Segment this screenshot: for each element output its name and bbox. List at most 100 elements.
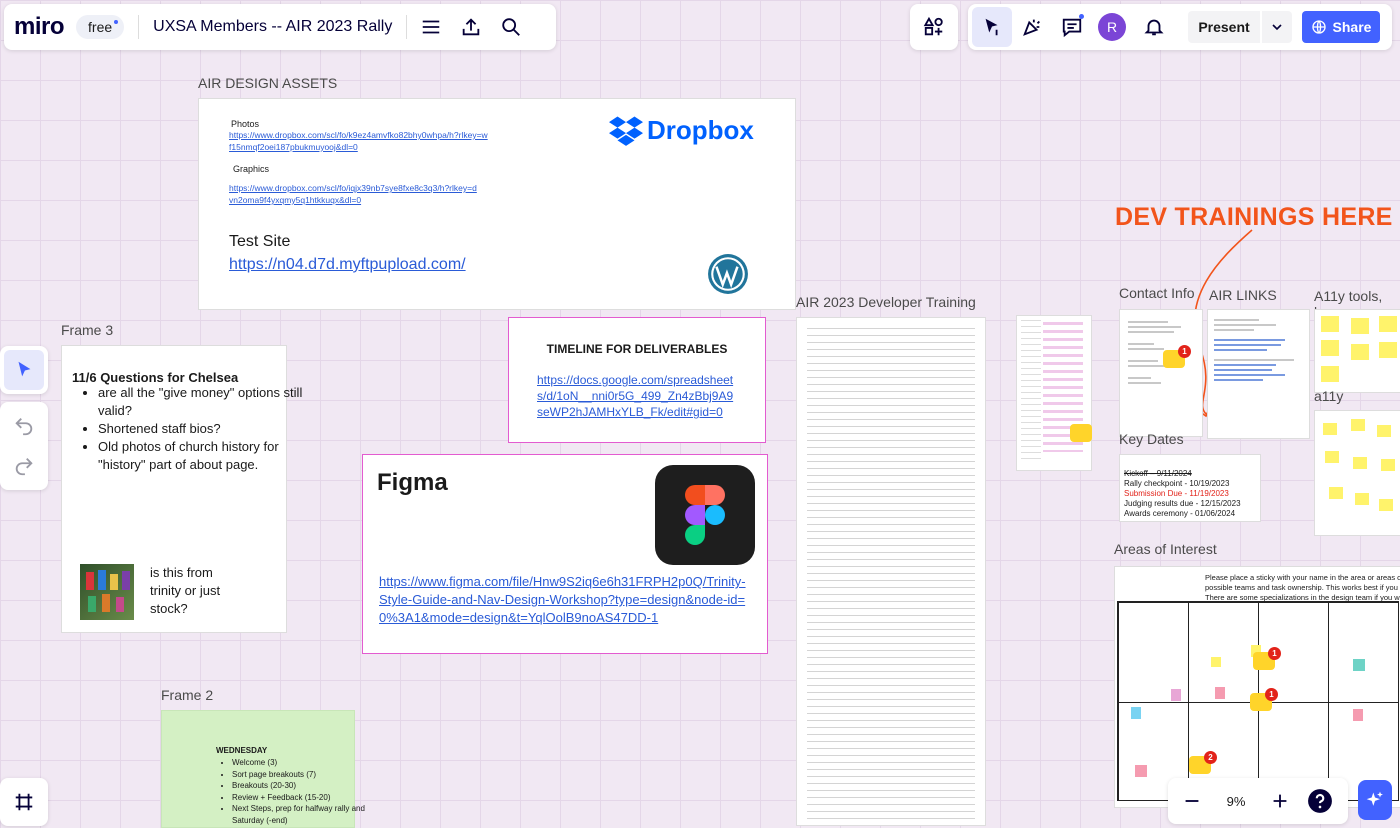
menu-button[interactable] <box>411 7 451 47</box>
sparkles-icon <box>1366 791 1383 806</box>
photos-link[interactable]: https://www.dropbox.com/scl/fo/k9ez4amvf… <box>229 129 489 153</box>
undo-button[interactable] <box>4 406 44 446</box>
help-button[interactable] <box>1300 781 1340 821</box>
search-icon <box>502 18 521 36</box>
dropbox-icon <box>609 116 643 146</box>
graphics-label: Graphics <box>233 164 270 174</box>
planning-doc-thumbnail[interactable] <box>1016 315 1092 471</box>
board-title[interactable]: UXSA Members -- AIR 2023 Rally <box>153 18 392 36</box>
list-item: Next Steps, prep for halfway rally and S… <box>232 803 372 826</box>
a11y-frame[interactable] <box>1314 410 1400 536</box>
comment-marker[interactable] <box>1070 424 1092 442</box>
key-date-rally: Rally checkpoint - 10/19/2023 <box>1124 479 1230 488</box>
redo-button[interactable] <box>4 446 44 486</box>
redo-icon <box>15 458 33 476</box>
frame3-heading: 11/6 Questions for Chelsea <box>72 370 239 385</box>
list-item: Shortened staff bios? <box>98 420 308 438</box>
frame2-heading: WEDNESDAY <box>216 746 268 755</box>
frames-button[interactable] <box>4 782 44 822</box>
frame3-bullets: are all the "give money" options still v… <box>62 384 308 474</box>
comment-count-badge: 1 <box>1268 647 1281 660</box>
a11y-tools-frame[interactable] <box>1314 309 1400 393</box>
frame2-title[interactable]: Frame 2 <box>161 687 213 703</box>
figma-title: Figma <box>377 469 448 496</box>
frame3-title[interactable]: Frame 3 <box>61 322 113 338</box>
select-tool-panel <box>0 346 48 394</box>
export-button[interactable] <box>451 7 491 47</box>
dev-training-frame-title[interactable]: AIR 2023 Developer Training <box>796 294 976 310</box>
select-tool-button[interactable] <box>4 350 44 390</box>
key-dates-frame-title[interactable]: Key Dates <box>1119 431 1184 447</box>
dev-training-document[interactable] <box>796 317 986 826</box>
share-button[interactable]: Share <box>1302 11 1380 43</box>
apps-icon <box>923 16 943 36</box>
photo-caption: is this from trinity or just stock? <box>150 565 221 616</box>
avatar[interactable]: R <box>1098 13 1126 41</box>
zoom-toolbar: 9% <box>1168 778 1348 824</box>
present-options-button[interactable] <box>1262 11 1292 43</box>
a11y-frame-title[interactable]: a11y <box>1314 388 1343 404</box>
wordpress-logo <box>707 253 749 300</box>
undo-icon <box>15 418 33 436</box>
assistant-button[interactable] <box>1358 780 1392 820</box>
test-site-link[interactable]: https://n04.d7d.myftpupload.com/ <box>229 256 466 274</box>
graphics-link[interactable]: https://www.dropbox.com/scl/fo/iqjx39nb7… <box>229 182 479 206</box>
church-photo[interactable] <box>80 564 134 620</box>
test-site-label: Test Site <box>229 233 291 250</box>
timeline-link[interactable]: https://docs.google.com/spreadsheets/d/1… <box>537 372 737 420</box>
zoom-level[interactable]: 9% <box>1212 794 1260 809</box>
design-assets-frame-title[interactable]: AIR DESIGN ASSETS <box>198 75 337 91</box>
figma-card[interactable]: Figma https://www.figma.com/file/Hnw9S2i… <box>362 454 768 654</box>
comment-icon <box>1062 18 1082 38</box>
present-button[interactable]: Present <box>1188 11 1260 43</box>
apps-button[interactable] <box>914 7 954 47</box>
list-item: Welcome (3) <box>232 757 372 769</box>
figma-icon <box>685 485 725 545</box>
figma-logo <box>655 465 755 565</box>
divider <box>406 15 408 39</box>
list-item: Old photos of church history for "histor… <box>98 438 308 474</box>
list-item: are all the "give money" options still v… <box>98 384 308 420</box>
comment-count-badge: 2 <box>1204 751 1217 764</box>
key-dates-frame[interactable]: Kickoff – 9/11/2024 Rally checkpoint - 1… <box>1119 454 1261 522</box>
party-popper-icon <box>1023 19 1040 36</box>
timeline-card[interactable]: TIMELINE FOR DELIVERABLES https://docs.g… <box>508 317 766 443</box>
reactions-button[interactable] <box>1012 7 1052 47</box>
air-links-frame[interactable] <box>1207 309 1310 439</box>
timeline-title: TIMELINE FOR DELIVERABLES <box>546 342 728 356</box>
frame2-list: Welcome (3) Sort page breakouts (7) Brea… <box>202 757 372 826</box>
comment-count-badge: 1 <box>1178 345 1191 358</box>
key-date-awards: Awards ceremony - 01/06/2024 <box>1124 509 1236 518</box>
cursor-toggle-button[interactable] <box>972 7 1012 47</box>
plan-badge[interactable]: free <box>76 15 125 39</box>
comment-count-badge: 1 <box>1265 688 1278 701</box>
globe-icon <box>1311 20 1326 34</box>
cursor-flag-icon <box>985 18 998 36</box>
search-button[interactable] <box>491 7 531 47</box>
frame3[interactable]: 11/6 Questions for Chelsea are all the "… <box>61 345 302 633</box>
zoom-in-button[interactable] <box>1260 781 1300 821</box>
frame2[interactable]: WEDNESDAY Welcome (3) Sort page breakout… <box>161 710 365 828</box>
top-left-toolbar: miro free UXSA Members -- AIR 2023 Rally <box>4 4 556 50</box>
minus-icon <box>1185 800 1199 802</box>
figma-link[interactable]: https://www.figma.com/file/Hnw9S2iq6e6h3… <box>379 573 754 627</box>
pointer-icon <box>18 361 31 377</box>
hamburger-icon <box>423 20 440 34</box>
chevron-down-icon <box>1272 24 1282 31</box>
key-date-submission: Submission Due - 11/19/2023 <box>1124 489 1229 498</box>
contact-info-frame[interactable] <box>1119 309 1203 437</box>
air-links-frame-title[interactable]: AIR LINKS <box>1209 287 1277 303</box>
comments-button[interactable] <box>1052 7 1092 47</box>
photos-label: Photos <box>231 119 260 129</box>
contact-info-frame-title[interactable]: Contact Info <box>1119 285 1195 301</box>
areas-frame[interactable]: Please place a sticky with your name in … <box>1114 566 1400 808</box>
collab-toolbar: R Present Share <box>968 4 1392 50</box>
wordpress-icon <box>708 254 748 294</box>
notifications-button[interactable] <box>1134 7 1174 47</box>
areas-intro-2: possible teams and task ownership. This … <box>1205 583 1400 592</box>
areas-frame-title[interactable]: Areas of Interest <box>1114 541 1217 557</box>
design-assets-frame[interactable]: Photos https://www.dropbox.com/scl/fo/k9… <box>198 98 796 310</box>
frame-icon <box>15 793 33 811</box>
zoom-out-button[interactable] <box>1172 781 1212 821</box>
miro-logo[interactable]: miro <box>14 13 65 41</box>
